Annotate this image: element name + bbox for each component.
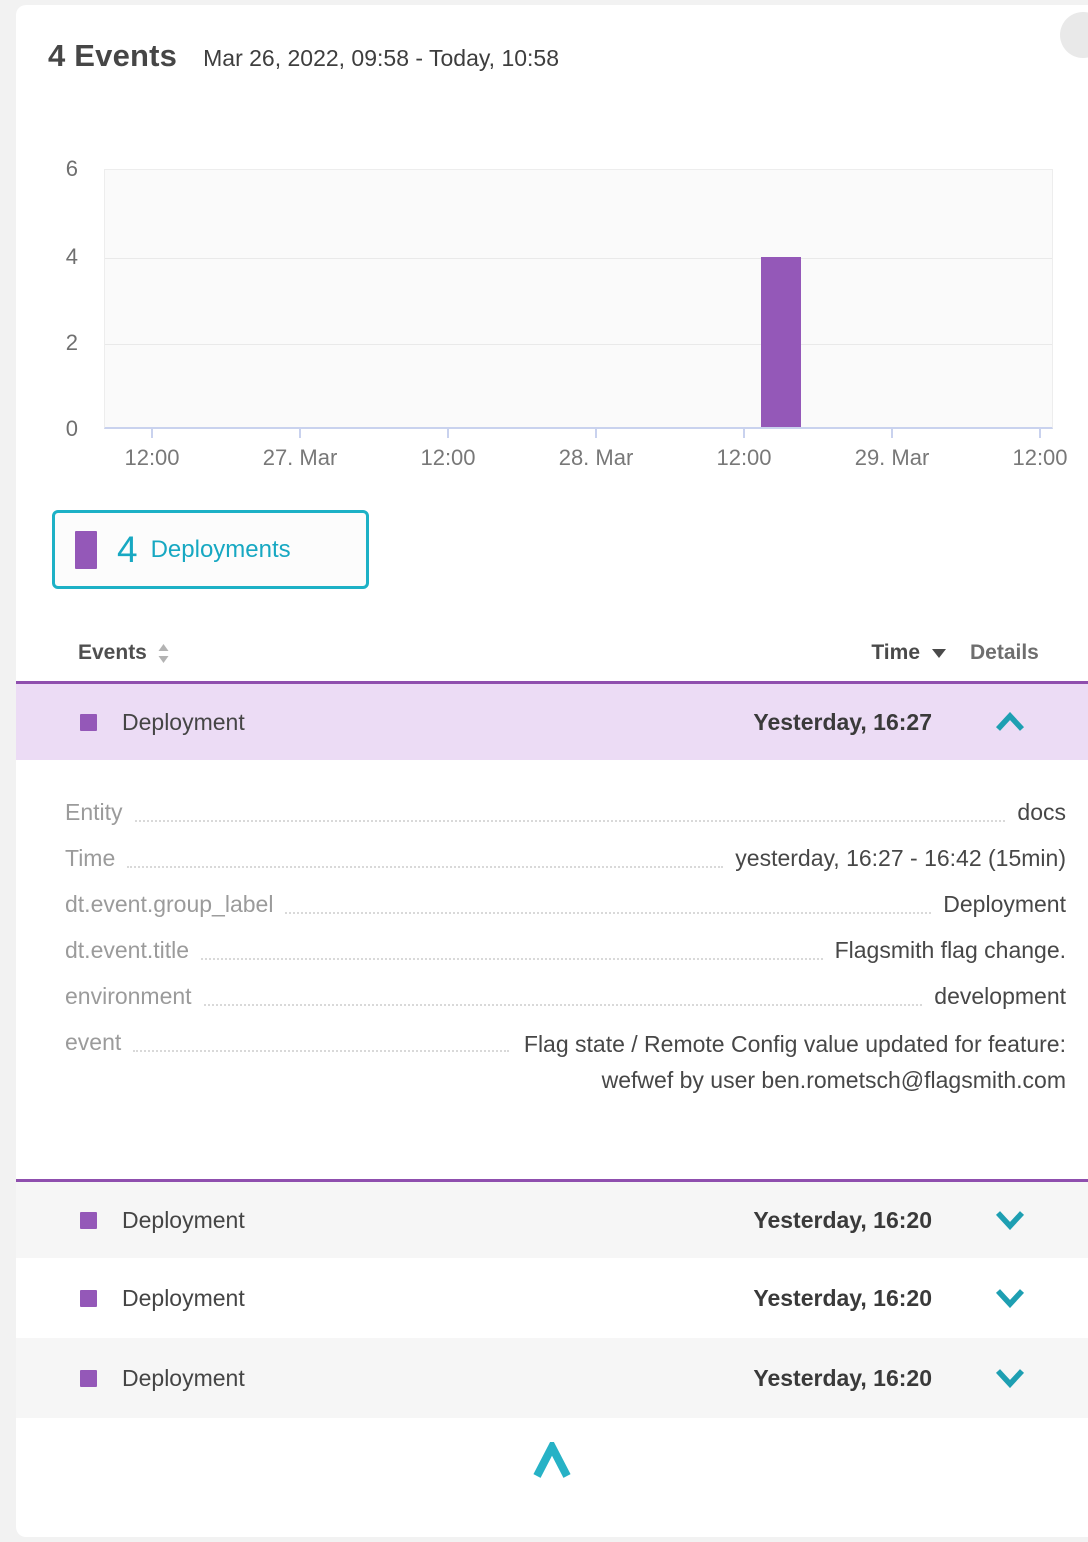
deployment-square-icon	[80, 1370, 97, 1387]
deployment-square-icon	[80, 714, 97, 731]
chevron-down-icon	[994, 1210, 1026, 1230]
x-axis-tick	[447, 429, 449, 438]
event-row-deployment-expanded[interactable]: Deployment Yesterday, 16:27	[16, 684, 1088, 760]
chevron-up-icon	[994, 712, 1026, 732]
event-type-label: Deployment	[122, 1207, 245, 1234]
x-axis-tick	[743, 429, 745, 438]
x-axis-tick	[151, 429, 153, 438]
y-axis-tick-label: 2	[22, 329, 78, 357]
event-row-deployment[interactable]: Deployment Yesterday, 16:20	[16, 1258, 1088, 1338]
column-header-events[interactable]: Events	[78, 641, 170, 665]
detail-value: docs	[1017, 796, 1066, 829]
event-row-deployment[interactable]: Deployment Yesterday, 16:20	[16, 1182, 1088, 1258]
dotted-leader	[201, 934, 823, 960]
detail-row-environment: environment development	[65, 980, 1066, 1013]
event-time: Yesterday, 16:20	[753, 1207, 932, 1234]
scroll-indicator-circle[interactable]	[1060, 12, 1088, 58]
chevron-down-icon	[994, 1288, 1026, 1308]
gridline-4	[105, 258, 1052, 259]
chevron-down-icon	[994, 1368, 1026, 1388]
event-row-deployment[interactable]: Deployment Yesterday, 16:20	[16, 1338, 1088, 1418]
y-axis-tick-label: 6	[22, 155, 78, 183]
gridline-2	[105, 344, 1052, 345]
x-axis-tick-label: 12:00	[689, 445, 799, 471]
detail-row-event: event Flag state / Remote Config value u…	[65, 1026, 1066, 1098]
title-row: 4 Events Mar 26, 2022, 09:58 - Today, 10…	[48, 38, 1048, 74]
detail-row-entity: Entity docs	[65, 796, 1066, 829]
expand-row-button[interactable]	[932, 1210, 1088, 1230]
date-range-label: Mar 26, 2022, 09:58 - Today, 10:58	[203, 45, 559, 72]
x-axis-tick-label: 28. Mar	[541, 445, 651, 471]
detail-value: development	[934, 980, 1066, 1013]
detail-value: yesterday, 16:27 - 16:42 (15min)	[735, 842, 1066, 875]
detail-row-title: dt.event.title Flagsmith flag change.	[65, 934, 1066, 967]
legend-deployments-button[interactable]: 4 Deployments	[52, 510, 369, 589]
detail-label: Entity	[65, 796, 123, 829]
detail-row-time: Time yesterday, 16:27 - 16:42 (15min)	[65, 842, 1066, 875]
detail-label: Time	[65, 842, 115, 875]
detail-row-group-label: dt.event.group_label Deployment	[65, 888, 1066, 921]
time-header-label: Time	[871, 641, 920, 665]
event-type-label: Deployment	[122, 709, 245, 736]
detail-value: Deployment	[943, 888, 1066, 921]
events-page: 4 Events Mar 26, 2022, 09:58 - Today, 10…	[0, 0, 1088, 1542]
x-axis-tick	[595, 429, 597, 438]
deployments-color-swatch	[75, 531, 97, 569]
x-axis-tick-label: 12:00	[985, 445, 1088, 471]
events-table: Events Time Details Deployment Yesterday…	[16, 625, 1088, 1483]
event-type-label: Deployment	[122, 1285, 245, 1312]
detail-label: dt.event.title	[65, 934, 189, 967]
dotted-leader	[127, 842, 723, 868]
events-panel: 4 Events Mar 26, 2022, 09:58 - Today, 10…	[16, 5, 1088, 1537]
sort-direction-down-icon	[932, 649, 946, 658]
detail-label: dt.event.group_label	[65, 888, 273, 921]
deployments-label: Deployments	[151, 536, 291, 564]
event-time: Yesterday, 16:27	[753, 709, 932, 736]
x-axis-tick	[299, 429, 301, 438]
column-header-details: Details	[970, 641, 1048, 665]
dotted-leader	[204, 980, 923, 1006]
detail-label: environment	[65, 980, 192, 1013]
dotted-leader	[133, 1026, 509, 1052]
deployments-count: 4	[117, 529, 138, 571]
event-type-label: Deployment	[122, 1365, 245, 1392]
sort-arrows-icon[interactable]	[157, 643, 170, 664]
x-axis-tick	[1039, 429, 1041, 438]
y-axis-tick-label: 0	[22, 415, 78, 443]
collapse-row-button[interactable]	[932, 712, 1088, 732]
event-time: Yesterday, 16:20	[753, 1285, 932, 1312]
expand-row-button[interactable]	[932, 1288, 1088, 1308]
collapse-list-button[interactable]	[531, 1442, 573, 1483]
column-header-time[interactable]: Time	[871, 641, 946, 665]
detail-value: Flag state / Remote Config value updated…	[521, 1026, 1066, 1098]
x-axis-tick	[891, 429, 893, 438]
detail-value: Flagsmith flag change.	[835, 934, 1066, 967]
chevron-up-large-icon	[531, 1442, 573, 1480]
x-axis-tick-label: 27. Mar	[245, 445, 355, 471]
page-title: 4 Events	[48, 38, 177, 74]
dotted-leader	[135, 796, 1006, 822]
detail-label: event	[65, 1026, 121, 1059]
deployment-square-icon	[80, 1290, 97, 1307]
events-chart-plot[interactable]	[104, 169, 1053, 429]
table-header: Events Time Details	[16, 625, 1088, 681]
event-details-section: Entity docs Time yesterday, 16:27 - 16:4…	[16, 760, 1088, 1179]
events-header-label: Events	[78, 641, 147, 665]
x-axis-tick-label: 12:00	[393, 445, 503, 471]
event-time: Yesterday, 16:20	[753, 1365, 932, 1392]
dotted-leader	[285, 888, 931, 914]
deployments-bar[interactable]	[761, 257, 801, 427]
y-axis-tick-label: 4	[22, 243, 78, 271]
expand-row-button[interactable]	[932, 1368, 1088, 1388]
x-axis-tick-label: 12:00	[97, 445, 207, 471]
x-axis-tick-label: 29. Mar	[837, 445, 947, 471]
deployment-square-icon	[80, 1212, 97, 1229]
